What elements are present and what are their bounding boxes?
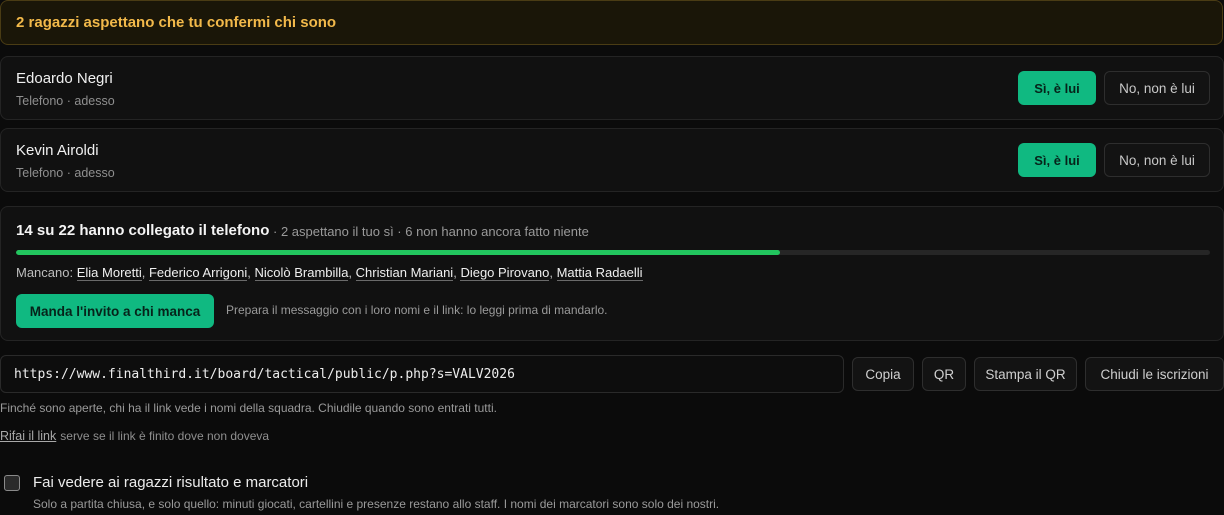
redo-link-row: Rifai il link serve se il link è finito d… — [0, 429, 269, 443]
confirm-yes-button[interactable]: Sì, è lui — [1018, 71, 1096, 105]
show-results-hint: Solo a partita chiusa, e solo quello: mi… — [33, 497, 720, 511]
progress-bar — [16, 250, 1210, 255]
player-name: Edoardo Negri — [16, 70, 113, 87]
missing-player-name: Nicolò Brambilla — [254, 265, 349, 281]
invite-hint: Prepara il messaggio con i loro nomi e i… — [226, 303, 608, 317]
missing-player-name: Christian Mariani — [355, 265, 454, 281]
show-results-checkbox[interactable] — [4, 475, 20, 491]
show-results-label[interactable]: Fai vedere ai ragazzi risultato e marcat… — [33, 474, 308, 491]
pending-player-card: Edoardo Negri Telefono · adesso Sì, è lu… — [0, 56, 1224, 120]
confirm-no-button[interactable]: No, non è lui — [1104, 143, 1210, 177]
progress-subtitle: · 2 aspettano il tuo sì · 6 non hanno an… — [273, 224, 589, 239]
banner-text: 2 ragazzi aspettano che tu confermi chi … — [16, 14, 337, 31]
missing-label: Mancano: — [16, 265, 74, 280]
progress-title: 14 su 22 hanno collegato il telefono — [16, 222, 270, 239]
pending-player-card: Kevin Airoldi Telefono · adesso Sì, è lu… — [0, 128, 1224, 192]
player-meta: Telefono · adesso — [16, 166, 115, 180]
missing-player-name: Mattia Radaelli — [556, 265, 643, 281]
redo-link-button[interactable]: Rifai il link — [0, 429, 56, 443]
player-name: Kevin Airoldi — [16, 142, 99, 159]
connection-progress-card: 14 su 22 hanno collegato il telefono · 2… — [0, 206, 1224, 341]
redo-link-hint: serve se il link è finito dove non dovev… — [60, 429, 270, 443]
confirm-no-button[interactable]: No, non è lui — [1104, 71, 1210, 105]
missing-player-name: Elia Moretti — [76, 265, 142, 281]
confirm-yes-button[interactable]: Sì, è lui — [1018, 143, 1096, 177]
pending-confirmation-banner: 2 ragazzi aspettano che tu confermi chi … — [0, 0, 1223, 45]
player-meta: Telefono · adesso — [16, 94, 115, 108]
missing-player-name: Federico Arrigoni — [148, 265, 248, 281]
qr-button[interactable]: QR — [922, 357, 966, 391]
print-qr-button[interactable]: Stampa il QR — [974, 357, 1077, 391]
missing-player-name: Diego Pirovano — [460, 265, 550, 281]
close-registrations-button[interactable]: Chiudi le iscrizioni — [1085, 357, 1224, 391]
send-invite-button[interactable]: Manda l'invito a chi manca — [16, 294, 214, 328]
missing-players: Mancano: Elia Moretti, Federico Arrigoni… — [16, 265, 643, 281]
link-privacy-note: Finché sono aperte, chi ha il link vede … — [0, 401, 497, 415]
invite-link-field[interactable]: https://www.finalthird.it/board/tactical… — [0, 355, 844, 393]
copy-link-button[interactable]: Copia — [852, 357, 914, 391]
invite-link-url: https://www.finalthird.it/board/tactical… — [14, 366, 515, 382]
progress-bar-fill — [16, 250, 781, 255]
